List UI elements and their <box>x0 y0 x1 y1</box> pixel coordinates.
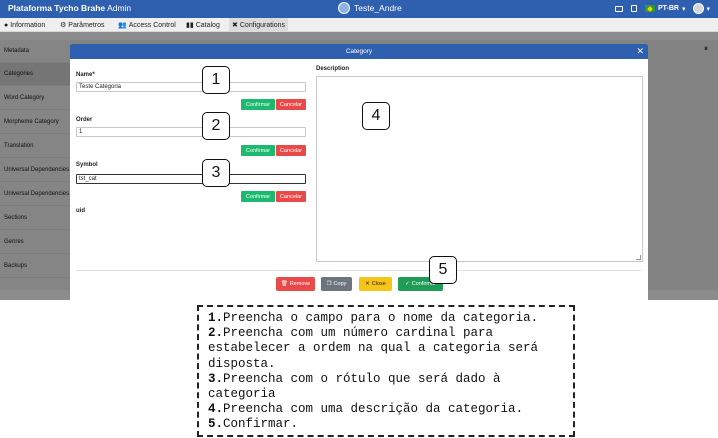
tools-icon: ✖ <box>232 22 238 29</box>
order-confirm-button[interactable]: Confirmar <box>241 145 275 156</box>
copy-label: Copy <box>333 281 347 287</box>
language-label: PT-BR <box>657 5 679 12</box>
project-selector[interactable]: Teste_Andre <box>338 2 402 14</box>
close-button[interactable]: ✕ Close <box>359 277 392 291</box>
document-icon[interactable] <box>630 5 637 12</box>
nav-label: Configurations <box>239 21 286 29</box>
trash-icon: 🗑 <box>280 281 288 287</box>
instruction-2: 2.Preencha com um número cardinal para e… <box>208 326 564 372</box>
x-icon: ✕ <box>365 281 370 287</box>
remove-label: Remove <box>289 281 311 287</box>
close-label: Close <box>371 281 386 287</box>
resize-handle-icon[interactable] <box>636 255 641 260</box>
screen: Plataforma Tycho Brahe Admin Teste_Andre… <box>0 0 718 438</box>
name-label: Name* <box>76 72 95 78</box>
footer-divider <box>76 270 642 271</box>
instruction-number: 2. <box>208 326 224 341</box>
top-bar: Plataforma Tycho Brahe Admin Teste_Andre… <box>0 0 718 18</box>
instruction-number: 5. <box>208 417 224 432</box>
instruction-number: 4. <box>208 402 224 417</box>
callout-1: 1 <box>202 66 230 94</box>
uid-label: uid <box>76 208 85 214</box>
instruction-text: Preencha com o rótulo que será dado à ca… <box>208 371 501 402</box>
brand-role: Admin <box>107 3 132 13</box>
check-icon: ✓ <box>405 281 410 287</box>
chevron-down-icon: ▾ <box>706 5 710 13</box>
nav-configurations[interactable]: ✖ Configurations <box>229 18 289 32</box>
book-icon: ▮▮ <box>186 22 194 29</box>
nav-access-control[interactable]: 👥 Access Control <box>118 18 176 32</box>
name-confirm-button[interactable]: Confirmar <box>241 99 275 110</box>
callout-2: 2 <box>202 112 230 140</box>
main-nav: ● Information ⚙ Parâmetros 👥 Access Cont… <box>0 18 718 32</box>
close-icon[interactable]: ✕ <box>636 46 644 57</box>
nav-label: Catalog <box>195 21 220 29</box>
instruction-3: 3.Preencha com o rótulo que será dado à … <box>208 372 564 402</box>
symbol-confirm-button[interactable]: Confirmar <box>241 191 275 202</box>
instruction-number: 3. <box>208 371 224 386</box>
symbol-cancel-button[interactable]: Cancelar <box>276 191 306 202</box>
order-field[interactable]: 1 <box>76 127 306 137</box>
project-name: Teste_Andre <box>354 3 402 13</box>
copy-button[interactable]: ❐ Copy <box>321 277 352 291</box>
brand-name: Plataforma Tycho Brahe <box>8 3 106 13</box>
instruction-text: Preencha com uma descrição da categoria. <box>223 402 524 417</box>
callout-4: 4 <box>362 102 390 130</box>
description-label: Description <box>316 66 350 72</box>
gears-icon: ⚙ <box>60 22 67 29</box>
nav-catalog[interactable]: ▮▮ Catalog <box>186 18 220 32</box>
language-selector[interactable]: PT-BR ▾ <box>644 5 686 13</box>
users-icon: 👥 <box>118 22 127 29</box>
nav-label: Information <box>10 21 46 29</box>
instruction-1: 1.Preencha o campo para o nome da catego… <box>208 311 564 326</box>
instruction-5: 5.Confirmar. <box>208 417 564 432</box>
remove-button[interactable]: 🗑 Remove <box>276 277 315 291</box>
copy-icon: ❐ <box>326 281 332 287</box>
user-menu[interactable]: ▾ <box>693 3 710 14</box>
order-label: Order <box>76 117 93 123</box>
name-cancel-button[interactable]: Cancelar <box>276 99 306 110</box>
nav-label: Parâmetros <box>68 21 105 29</box>
info-icon: ● <box>4 21 9 29</box>
instructions-box: 1.Preencha o campo para o nome da catego… <box>197 305 575 437</box>
instruction-text: Preencha com um número cardinal para est… <box>208 326 539 371</box>
keyboard-icon[interactable] <box>614 5 623 12</box>
brand[interactable]: Plataforma Tycho Brahe Admin <box>8 3 131 13</box>
category-modal: Category ✕ Name* Teste Categoria Confirm… <box>70 44 648 301</box>
instruction-4: 4.Preencha com uma descrição da categori… <box>208 402 564 417</box>
nav-label: Access Control <box>128 21 176 29</box>
globe-icon <box>338 2 350 14</box>
order-cancel-button[interactable]: Cancelar <box>276 145 306 156</box>
chevron-down-icon: ▾ <box>681 5 686 13</box>
modal-title: Category <box>345 48 373 55</box>
symbol-field[interactable]: tst_cat <box>76 174 306 184</box>
nav-parametros[interactable]: ⚙ Parâmetros <box>60 18 104 32</box>
instruction-text: Confirmar. <box>223 417 299 432</box>
callout-5: 5 <box>429 256 457 284</box>
instruction-text: Preencha o campo para o nome da categori… <box>223 311 539 325</box>
name-field[interactable]: Teste Categoria <box>76 82 306 92</box>
instruction-number: 1. <box>208 311 224 325</box>
callout-3: 3 <box>202 159 230 187</box>
avatar <box>693 3 705 14</box>
brazil-flag-icon <box>644 5 655 12</box>
symbol-label: Symbol <box>76 162 98 168</box>
modal-header: Category ✕ <box>70 44 648 59</box>
nav-information[interactable]: ● Information <box>4 18 45 32</box>
top-right-controls: PT-BR ▾ ▾ <box>614 3 710 14</box>
